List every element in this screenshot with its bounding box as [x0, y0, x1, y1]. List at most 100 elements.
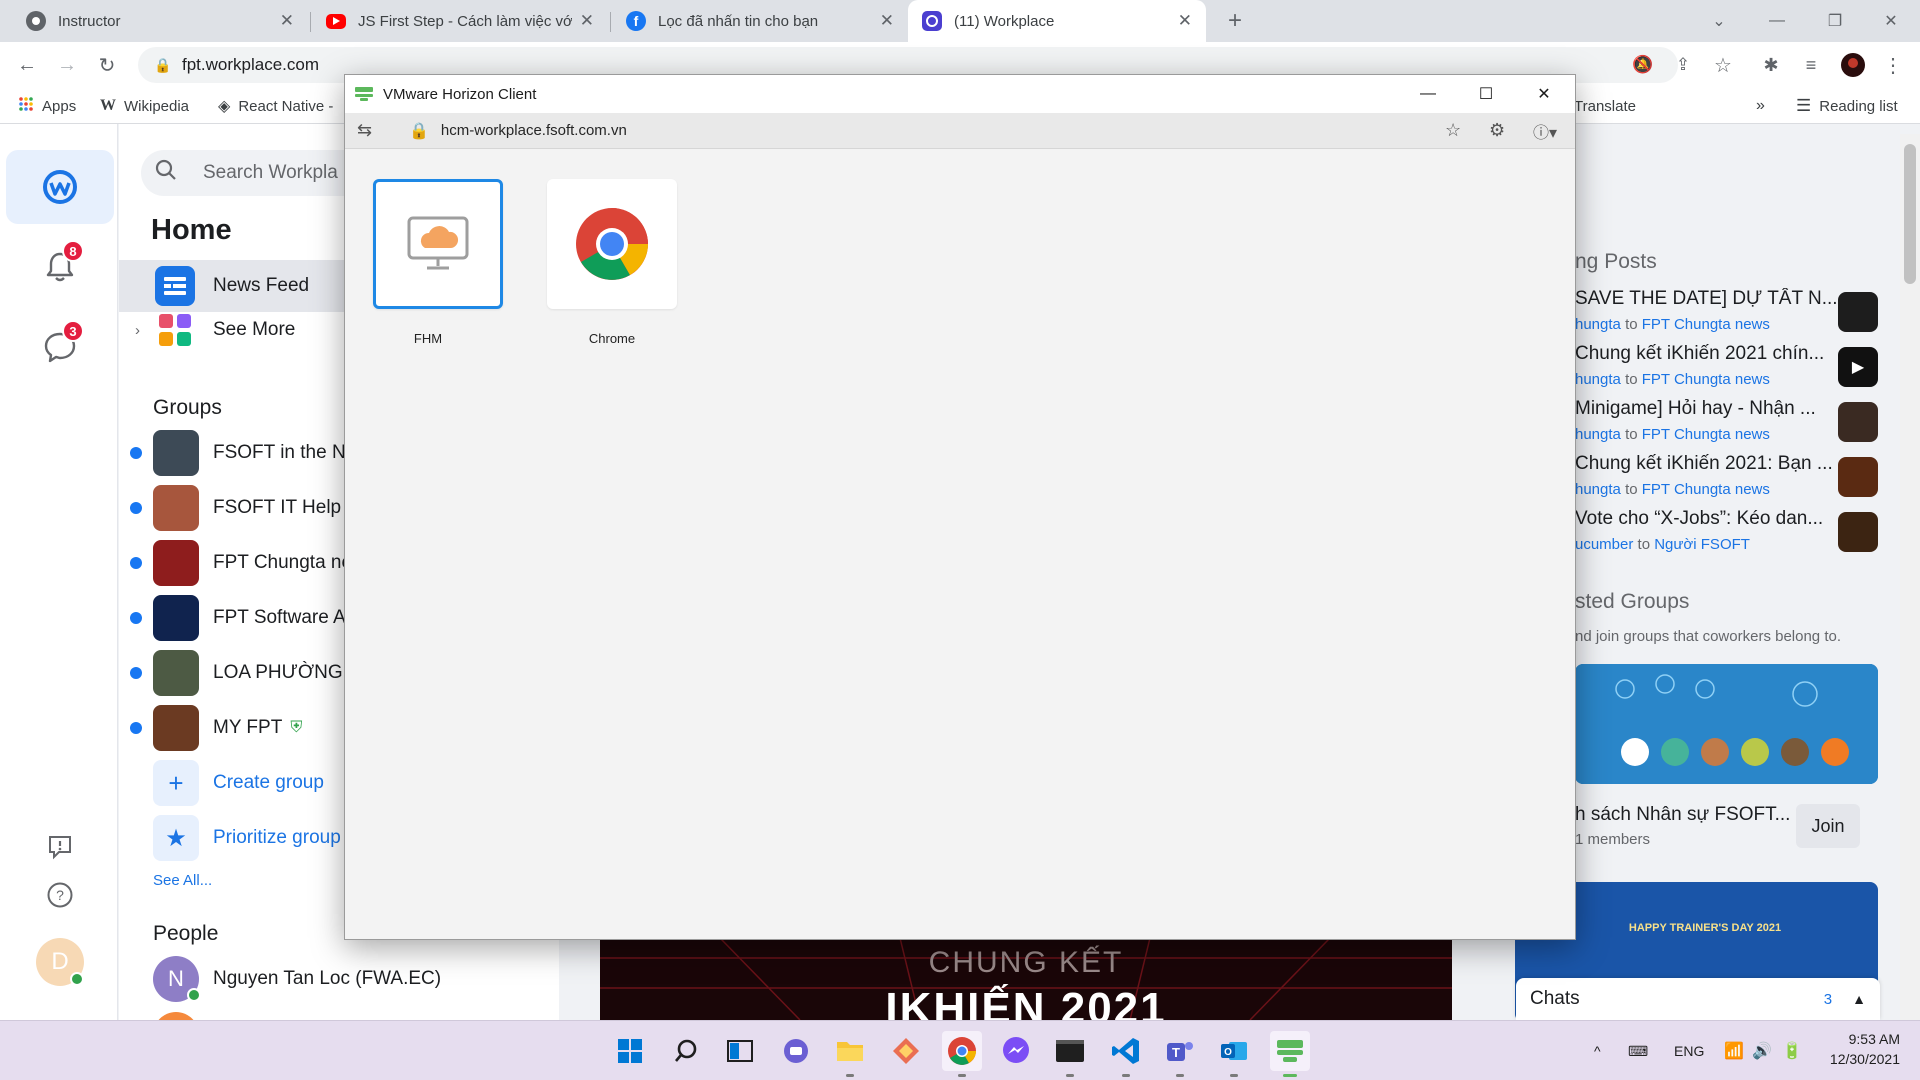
bookmark-apps[interactable]: Apps: [18, 88, 76, 124]
unread-dot: [130, 557, 142, 569]
task-view-button[interactable]: [720, 1031, 760, 1071]
taskbar-app[interactable]: [886, 1031, 926, 1071]
group-thumbnail: [153, 485, 199, 531]
suggested-groups-subtitle: nd join groups that coworkers belong to.: [1575, 628, 1841, 645]
tab-divider: [310, 12, 311, 32]
close-tab-icon[interactable]: ✕: [1178, 11, 1192, 31]
bookmarks-overflow-button[interactable]: »: [1756, 88, 1765, 124]
post-meta: hungta to FPT Chungta news: [1575, 426, 1770, 443]
chrome-icon: [948, 1037, 976, 1065]
reading-list-button[interactable]: ☰ Reading list: [1796, 88, 1898, 124]
chrome-menu-icon[interactable]: ⋮: [1878, 50, 1908, 80]
bookmark-star-icon[interactable]: ☆: [1708, 50, 1738, 80]
clock-date: 12/30/2021: [1829, 1051, 1900, 1067]
close-tab-icon[interactable]: ✕: [880, 11, 894, 31]
restore-icon[interactable]: ❐: [1806, 0, 1864, 42]
page-scrollbar[interactable]: [1900, 134, 1920, 1020]
minimize-icon[interactable]: —: [1748, 0, 1806, 42]
app-tile-chrome[interactable]: [547, 179, 677, 309]
back-icon[interactable]: ←: [12, 50, 42, 80]
app-tile-fhm[interactable]: [373, 179, 503, 309]
join-group-button[interactable]: Join: [1796, 804, 1860, 848]
running-indicator: [1283, 1074, 1297, 1077]
help-dropdown-icon[interactable]: ⓘ▾: [1533, 119, 1557, 143]
tab-title: JS First Step - Cách làm việc với E: [358, 12, 572, 30]
feedback-button[interactable]: [6, 822, 114, 872]
react-icon: ◈: [218, 98, 231, 115]
group-label: FSOFT IT Help: [213, 497, 342, 518]
browser-tab-active[interactable]: (11) Workplace ✕: [908, 0, 1206, 42]
reload-icon[interactable]: ↻: [92, 50, 122, 80]
taskbar-search-button[interactable]: [666, 1031, 706, 1071]
close-window-icon[interactable]: ✕: [1862, 0, 1920, 42]
post-title: Chung kết iKhiến 2021 chín...: [1575, 343, 1825, 364]
notifications-blocked-icon[interactable]: 🔕: [1628, 50, 1658, 80]
app-label: Chrome: [588, 331, 636, 346]
bookmark-label: Wikipedia: [124, 97, 190, 115]
show-hidden-icons[interactable]: ^: [1594, 1021, 1601, 1080]
browser-tab[interactable]: f Lọc đã nhấn tin cho bạn ✕: [612, 0, 908, 42]
tab-title: (11) Workplace: [954, 12, 1055, 30]
chevron-right-icon: ›: [135, 321, 140, 339]
chats-button[interactable]: 3: [6, 310, 114, 384]
taskbar-chrome[interactable]: [942, 1031, 982, 1077]
help-button[interactable]: ?: [6, 870, 114, 920]
language-indicator[interactable]: ENG: [1674, 1021, 1704, 1080]
browser-tab[interactable]: JS First Step - Cách làm việc với E ✕: [312, 0, 608, 42]
workplace-icon: [922, 11, 942, 31]
tab-search-icon[interactable]: ⌄: [1690, 0, 1748, 42]
wifi-icon[interactable]: 📶: [1724, 1021, 1744, 1080]
back-to-servers-icon[interactable]: ⇆: [357, 120, 387, 141]
browser-tab-strip: Instructor ✕ JS First Step - Cách làm vi…: [0, 0, 1920, 42]
terminal-icon: [1056, 1040, 1084, 1062]
browser-tab[interactable]: Instructor ✕: [12, 0, 308, 42]
taskbar-clock[interactable]: 9:53 AM 12/30/2021: [1830, 1029, 1900, 1069]
taskbar-file-explorer[interactable]: [830, 1031, 870, 1077]
new-tab-button[interactable]: +: [1220, 6, 1250, 36]
feed-post-image[interactable]: CHUNG KẾT IKHIẾN 2021: [600, 938, 1452, 1020]
forward-icon[interactable]: →: [52, 50, 82, 80]
taskbar-terminal[interactable]: [1050, 1031, 1090, 1077]
person-item[interactable]: N Nguyen Tan Loc (FWA.EC): [119, 954, 559, 1004]
workplace-home-button[interactable]: [6, 150, 114, 224]
favorite-star-icon[interactable]: ☆: [1445, 120, 1461, 141]
scrollbar-thumb[interactable]: [1904, 144, 1916, 284]
online-status-dot: [187, 988, 201, 1002]
close-tab-icon[interactable]: ✕: [580, 11, 594, 31]
verified-shield-icon: ⛨: [290, 719, 303, 736]
person-avatar[interactable]: [153, 1012, 199, 1020]
vmware-server-bar: ⇆ 🔒 hcm-workplace.fsoft.com.vn ☆ ⚙ ⓘ▾: [345, 113, 1575, 149]
profile-button[interactable]: D: [6, 932, 114, 992]
news-feed-icon: [155, 266, 195, 306]
taskbar-teams[interactable]: T: [1160, 1031, 1200, 1077]
taskbar-vscode[interactable]: [1106, 1031, 1146, 1077]
battery-icon[interactable]: 🔋: [1782, 1021, 1802, 1080]
see-all-link[interactable]: See All...: [153, 872, 212, 889]
taskbar-outlook[interactable]: O: [1214, 1031, 1254, 1077]
minimize-icon[interactable]: —: [1399, 75, 1457, 113]
notifications-button[interactable]: 8: [6, 230, 114, 304]
post-meta: hungta to FPT Chungta news: [1575, 481, 1770, 498]
share-icon[interactable]: ⇪: [1668, 50, 1698, 80]
maximize-icon[interactable]: ☐: [1457, 75, 1515, 113]
keyboard-icon[interactable]: ⌨: [1628, 1021, 1648, 1080]
chevron-up-icon[interactable]: ▲: [1852, 991, 1866, 1007]
running-indicator: [958, 1074, 966, 1077]
profile-avatar[interactable]: [1838, 50, 1868, 80]
taskbar-messenger[interactable]: [996, 1031, 1036, 1071]
close-tab-icon[interactable]: ✕: [280, 11, 294, 31]
chats-bar[interactable]: Chats 3 ▲: [1516, 978, 1880, 1020]
settings-gear-icon[interactable]: ⚙: [1489, 120, 1505, 141]
taskbar-teams-chat[interactable]: [776, 1031, 816, 1071]
bookmark-react-native[interactable]: ◈ React Native -: [218, 88, 333, 124]
media-control-icon[interactable]: ≡: [1796, 50, 1826, 80]
bookmark-wikipedia[interactable]: W Wikipedia: [100, 88, 189, 124]
group-card-image[interactable]: [1575, 664, 1878, 784]
remote-desktop-cloud-icon: [407, 216, 469, 270]
start-button[interactable]: [610, 1031, 650, 1071]
extensions-icon[interactable]: ✱: [1756, 50, 1786, 80]
bookmark-translate[interactable]: Translate: [1574, 88, 1636, 124]
volume-icon[interactable]: 🔊: [1752, 1021, 1772, 1080]
close-window-icon[interactable]: ✕: [1515, 75, 1573, 113]
taskbar-vmware-horizon[interactable]: [1270, 1031, 1310, 1077]
